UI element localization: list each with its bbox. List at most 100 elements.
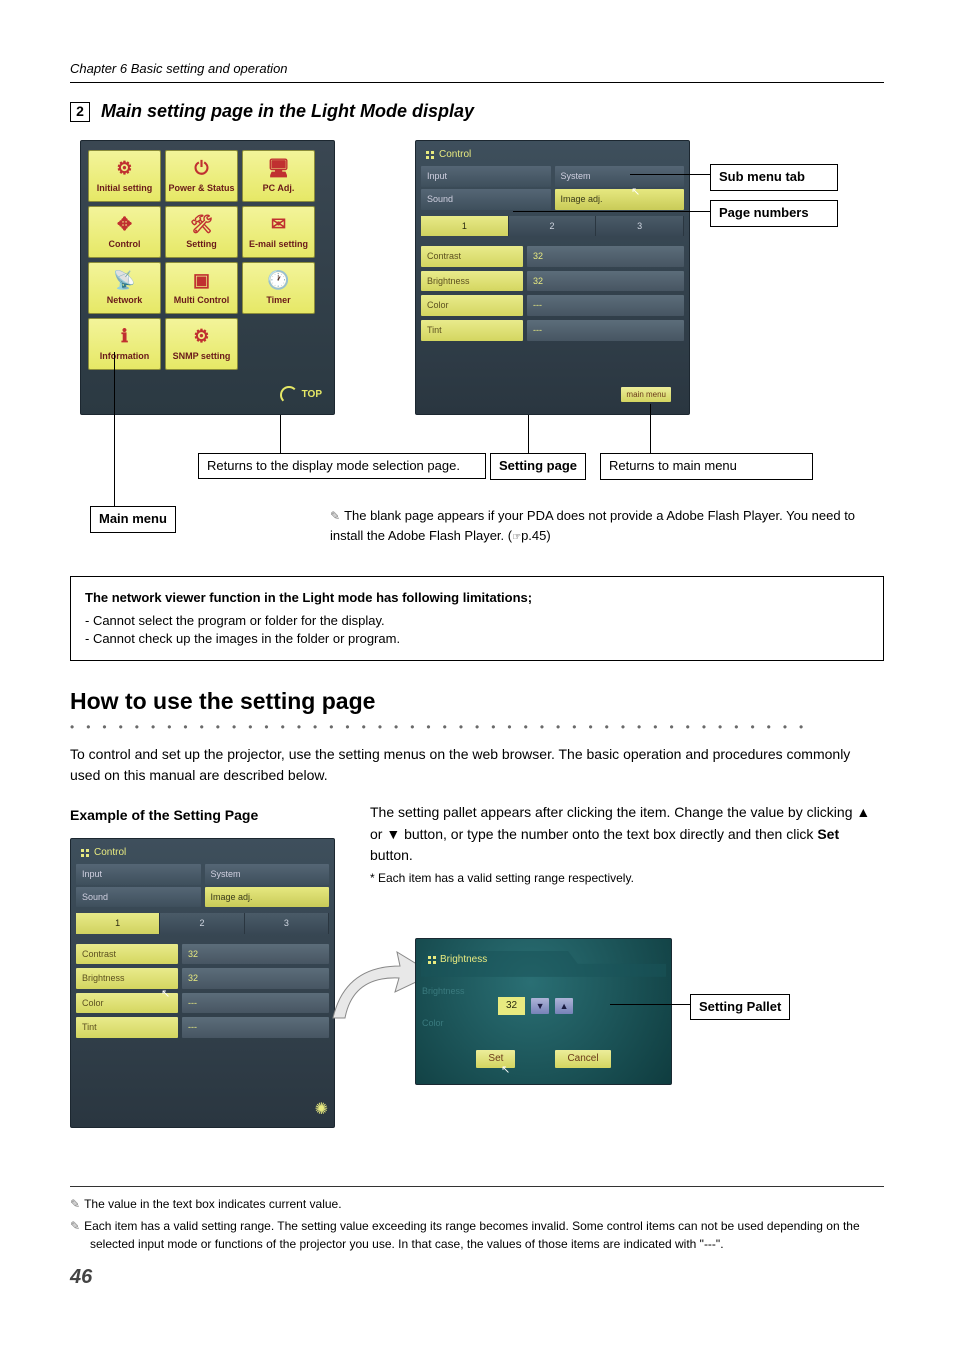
row-value: --- [527,320,684,341]
row-label: Tint [76,1017,178,1038]
row-label: Color [421,295,523,316]
tile-pc-adj[interactable]: 🖥 PC Adj. [242,150,315,202]
chapter-header: Chapter 6 Basic setting and operation [70,60,884,83]
row-contrast[interactable]: Contrast32 [421,246,684,267]
tile-information[interactable]: ℹ Information [88,318,161,370]
tab-input[interactable]: Input [76,864,201,885]
row-value: 32 [182,944,329,965]
how-to-intro: To control and set up the projector, use… [70,744,884,786]
tile-multi-control[interactable]: ▣ Multi Control [165,262,238,314]
row-value: 32 [182,968,329,989]
row-label: Brightness [421,271,523,292]
how-to-title: How to use the setting page [70,685,884,717]
limitation-item: - Cannot select the program or folder fo… [85,612,869,630]
desc-small: * Each item has a valid setting range re… [370,871,634,885]
desc-text-2: button. [370,847,413,863]
note-ref: p.45) [521,528,551,543]
tile-network[interactable]: 📡 Network [88,262,161,314]
dots-icon [81,849,89,857]
tile-label: PC Adj. [263,182,295,195]
row-brightness[interactable]: Brightness32 [421,271,684,292]
arrows-icon: ✥ [117,214,132,236]
setting-pallet-panel: Brightness Brightness Color 32 ▼ ▲ Set C… [415,938,672,1085]
row-value: --- [182,1017,329,1038]
row-tint[interactable]: Tint--- [76,1017,329,1038]
tile-snmp-setting[interactable]: ⚙SNMP setting [165,318,238,370]
limitation-item: - Cannot check up the images in the fold… [85,630,869,648]
tab-system[interactable]: System [205,864,330,885]
row-label: Contrast [76,944,178,965]
page-1[interactable]: 1 [421,216,509,237]
main-menu-button[interactable]: main menu [621,387,671,402]
tile-timer[interactable]: 🕐Timer [242,262,315,314]
dots-icon [428,956,436,964]
dots-icon [426,151,434,159]
diagram-area: ⚙Initial setting ⏻Power & Status 🖥 PC Adj… [70,140,884,560]
gear-icon: ⚙ [116,158,132,180]
snmp-icon: ⚙ [193,326,209,348]
network-icon: 📡 [113,270,135,292]
tile-power-status[interactable]: ⏻Power & Status [165,150,238,202]
tab-input[interactable]: Input [421,166,551,187]
tab-image-adj[interactable]: Image adj. [205,887,330,908]
tile-label: Multi Control [174,294,230,307]
power-icon: ⏻ [194,158,208,180]
tab-image-adj[interactable]: Image adj. [555,189,685,210]
page-1[interactable]: 1 [76,913,160,934]
monitor-icon: 🖥 [267,158,290,180]
pencil-icon [330,508,344,523]
dot-separator: ••••••••••••••••••••••••••••••••••••••••… [70,719,884,736]
mail-icon: ✉ [271,214,286,236]
page-2[interactable]: 2 [160,913,244,934]
page-2[interactable]: 2 [509,216,597,237]
footnotes: The value in the text box indicates curr… [70,1186,884,1253]
page-3[interactable]: 3 [596,216,684,237]
tab-sound[interactable]: Sound [421,189,551,210]
main-menu-panel: ⚙Initial setting ⏻Power & Status 🖥 PC Adj… [80,140,335,415]
callout-setting-pallet: Setting Pallet [690,994,790,1020]
control-panel-header: Control [421,146,684,164]
section-number: 2 [70,102,90,122]
top-button[interactable]: TOP [280,386,322,404]
tile-email-setting[interactable]: ✉E-mail setting [242,206,315,258]
row-tint[interactable]: Tint--- [421,320,684,341]
increase-button[interactable]: ▲ [555,998,573,1014]
row-brightness[interactable]: Brightness32 [76,968,329,989]
side-label-color: Color [422,1017,444,1030]
tile-initial-setting[interactable]: ⚙Initial setting [88,150,161,202]
pencil-icon [70,1197,84,1211]
desc-set: Set [817,826,839,842]
limitations-title: The network viewer function in the Light… [85,589,869,607]
callout-setting-page: Setting page [490,453,586,479]
decrease-button[interactable]: ▼ [531,998,549,1014]
row-value: --- [527,295,684,316]
wrench-icon: 🛠 [190,214,213,236]
info-icon: ℹ [121,326,128,348]
page-3[interactable]: 3 [245,913,329,934]
cursor-icon: ↖ [631,185,640,200]
tab-sound[interactable]: Sound [76,887,201,908]
tile-label: Information [100,350,150,363]
row-color[interactable]: Color--- [76,993,329,1014]
submenu-tabs: Input System [421,166,684,187]
tile-control[interactable]: ✥Control [88,206,161,258]
pallet-title: Brightness [428,953,487,967]
tile-label: Network [107,294,143,307]
starburst-icon: ✺ [315,1099,328,1121]
row-contrast[interactable]: Contrast32 [76,944,329,965]
multi-icon: ▣ [193,270,210,292]
value-input[interactable]: 32 [498,997,525,1015]
desc-text: The setting pallet appears after clickin… [370,804,870,842]
pencil-icon [70,1219,84,1233]
tile-setting[interactable]: 🛠Setting [165,206,238,258]
row-color[interactable]: Color--- [421,295,684,316]
example-area: Example of the Setting Page The setting … [70,806,884,1176]
callout-page-numbers: Page numbers [710,200,838,226]
cancel-button[interactable]: Cancel [555,1050,610,1068]
limitations-box: The network viewer function in the Light… [70,576,884,661]
tab-system[interactable]: System [555,166,685,187]
control-panel-header: Control [76,844,329,862]
control-title: Control [94,846,126,860]
cursor-icon: ↖ [161,987,170,1002]
clock-icon: 🕐 [267,270,289,292]
